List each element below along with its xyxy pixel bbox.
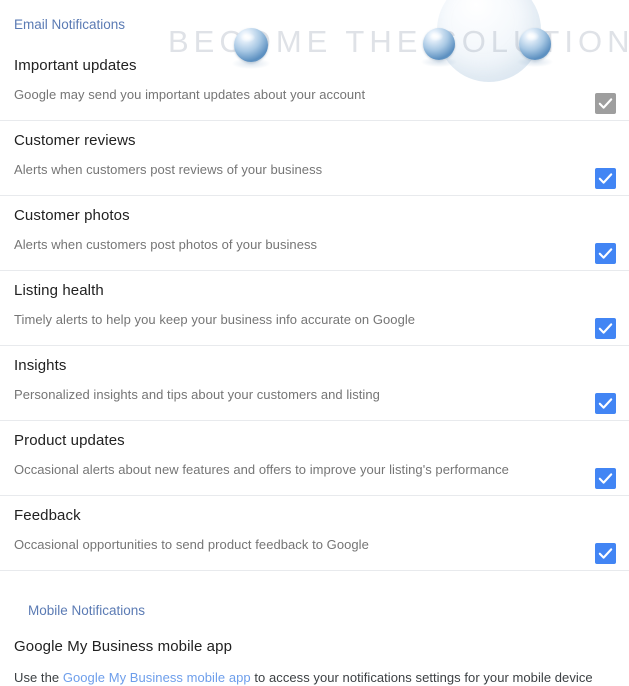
email-notifications-list: Important updates Google may send you imp… (0, 46, 629, 571)
checkmark-icon (598, 97, 613, 109)
notification-checkbox[interactable] (595, 467, 616, 489)
notification-row-description: Occasional alerts about new features and… (14, 461, 509, 477)
notification-row: Insights Personalized insights and tips a… (0, 346, 629, 421)
notification-row-title: Insights (14, 356, 67, 374)
notification-row-description: Google may send you important updates ab… (14, 86, 366, 102)
notification-row-description: Personalized insights and tips about you… (14, 386, 380, 402)
notification-row-title: Customer photos (14, 206, 130, 224)
notification-row-title: Listing health (14, 281, 104, 299)
mobile-notifications-section: Mobile Notifications Google My Business … (0, 571, 629, 684)
notification-row: Product updates Occasional alerts about n… (0, 421, 629, 496)
checkmark-icon (598, 247, 613, 259)
notification-checkbox (595, 92, 616, 114)
notification-row: Customer reviews Alerts when customers po… (0, 121, 629, 196)
checkmark-icon (598, 472, 613, 484)
checkmark-icon (598, 322, 613, 334)
notification-checkbox[interactable] (595, 167, 616, 189)
checkmark-icon (598, 172, 613, 184)
mobile-app-title: Google My Business mobile app (14, 638, 233, 655)
checkmark-icon (598, 547, 613, 559)
notification-row: Feedback Occasional opportunities to send… (0, 496, 629, 571)
notification-checkbox[interactable] (595, 242, 616, 264)
notification-row-title: Important updates (14, 56, 137, 74)
notification-row-description: Timely alerts to help you keep your busi… (14, 311, 416, 327)
notification-row-description: Occasional opportunities to send product… (14, 536, 369, 552)
notification-row-description: Alerts when customers post reviews of yo… (14, 161, 323, 177)
notification-row: Important updates Google may send you imp… (0, 46, 629, 121)
notification-row-title: Feedback (14, 506, 81, 524)
notification-checkbox[interactable] (595, 542, 616, 564)
notification-row-title: Product updates (14, 431, 125, 449)
mobile-notifications-section-header: Mobile Notifications (28, 602, 146, 618)
notification-row-title: Customer reviews (14, 131, 136, 149)
notification-checkbox[interactable] (595, 392, 616, 414)
email-notifications-section-header: Email Notifications (14, 17, 126, 32)
notification-row: Listing health Timely alerts to help you … (0, 271, 629, 346)
mobile-desc-suffix: to access your notifications settings fo… (250, 670, 593, 685)
notification-checkbox[interactable] (595, 317, 616, 339)
checkmark-icon (598, 397, 613, 409)
mobile-app-link[interactable]: Google My Business mobile app (63, 670, 251, 685)
notifications-settings-page: Email Notifications Important updates Goo… (0, 0, 629, 684)
notification-row-description: Alerts when customers post photos of you… (14, 236, 318, 252)
mobile-desc-prefix: Use the (14, 670, 63, 685)
notification-row: Customer photos Alerts when customers pos… (0, 196, 629, 271)
mobile-app-description: Use the Google My Business mobile app to… (14, 654, 615, 684)
